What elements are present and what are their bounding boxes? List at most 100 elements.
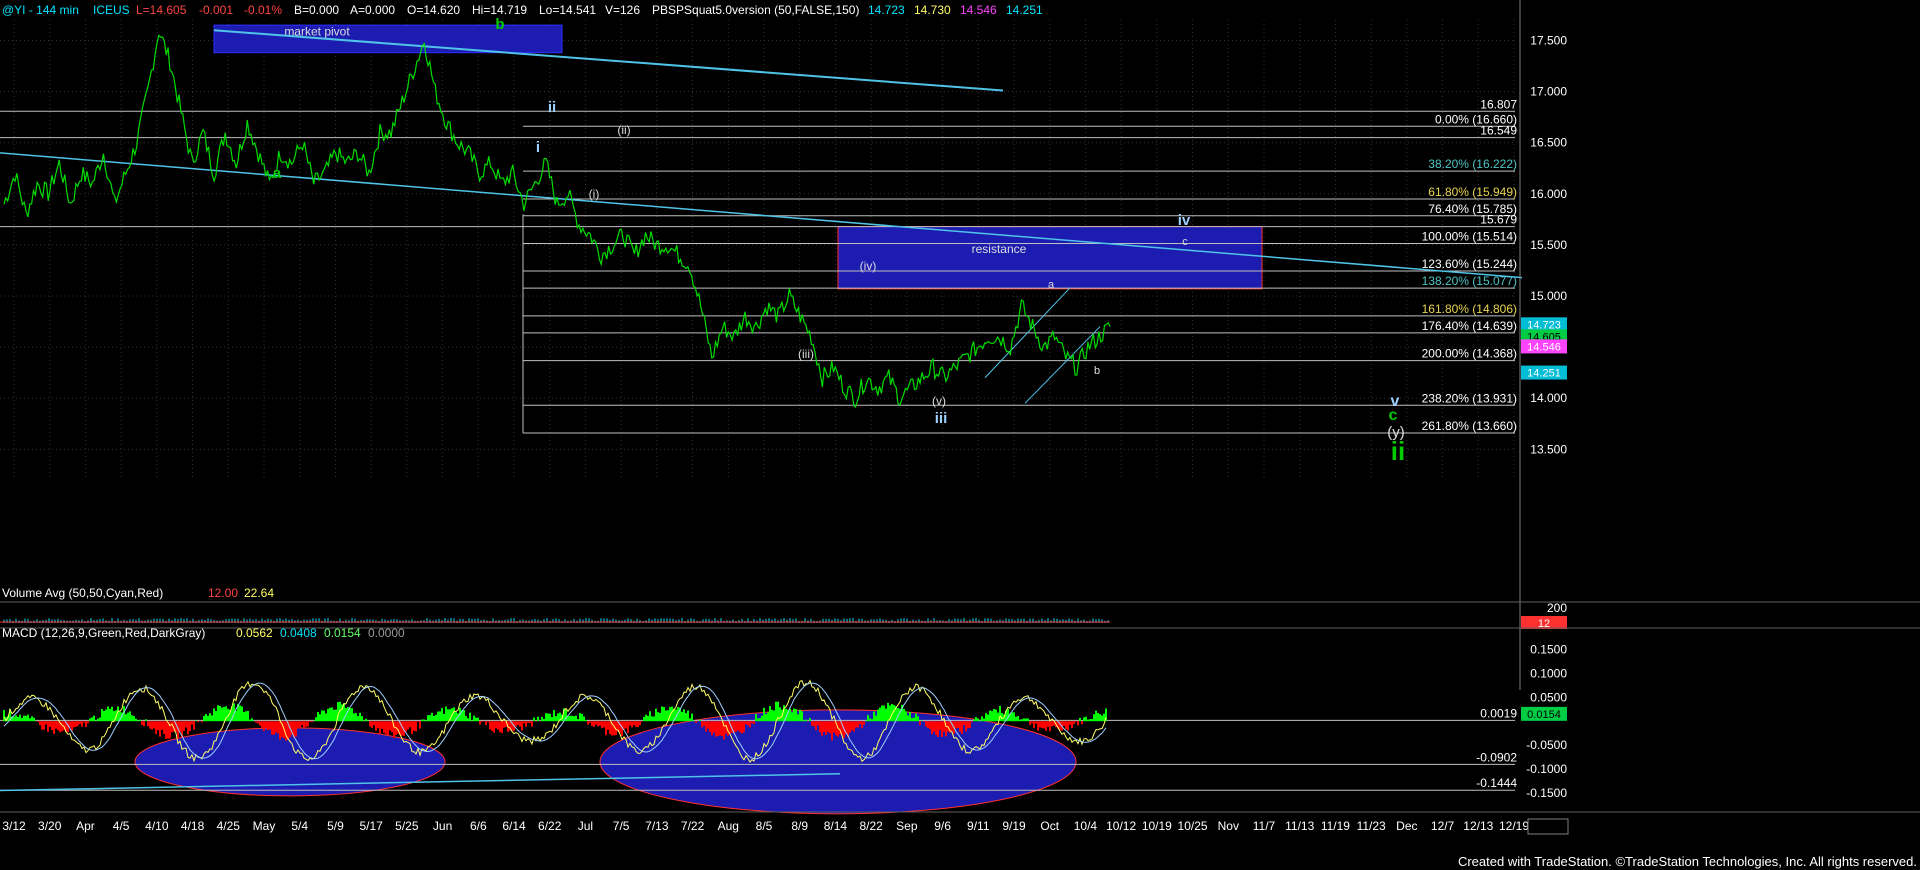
- x-tick-label: 8/22: [859, 819, 883, 833]
- x-tick-label: 7/5: [613, 819, 630, 833]
- x-tick-label: 10/25: [1178, 819, 1208, 833]
- header-bar: @YI - 144 min ICEUS L=14.605 -0.001 -0.0…: [2, 3, 1043, 17]
- x-tick-label: 5/9: [327, 819, 344, 833]
- wave-label: b: [495, 16, 504, 33]
- macd-tick-label: 0.0500: [1530, 690, 1567, 704]
- volume-axis-label: 200: [1547, 601, 1567, 615]
- x-tick-label: Aug: [718, 819, 739, 833]
- x-tick-label: Sep: [896, 819, 918, 833]
- header-volume: V=126: [605, 3, 640, 17]
- macd-tick-label: -0.1000: [1526, 762, 1567, 776]
- header-ind-value: 14.723: [868, 3, 905, 17]
- macd-divergence-ellipse: [134, 727, 446, 797]
- header-ind-value: 14.251: [1006, 3, 1043, 17]
- chart-canvas: @YI - 144 min ICEUS L=14.605 -0.001 -0.0…: [0, 0, 1920, 870]
- x-tick-label: 7/22: [681, 819, 705, 833]
- y-tick-label: 15.500: [1530, 238, 1567, 252]
- price-tag-label: 14.251: [1527, 368, 1561, 380]
- x-tick-label: Oct: [1040, 819, 1059, 833]
- wave-label: a: [1048, 279, 1055, 291]
- macd-level-label: -0.0902: [1476, 750, 1517, 764]
- header-open: O=14.620: [407, 3, 460, 17]
- x-tick-label: 10/12: [1106, 819, 1136, 833]
- resistance-label: resistance: [972, 242, 1027, 256]
- y-tick-label: 17.500: [1530, 33, 1567, 47]
- x-tick-label: 10/19: [1142, 819, 1172, 833]
- fib-level-label: 261.80% (13.660): [1422, 419, 1517, 433]
- macd-tag-label: 0.0154: [1527, 709, 1561, 721]
- x-tick-label: 11/13: [1285, 819, 1314, 833]
- y-tick-label: 16.000: [1530, 187, 1567, 201]
- wave-label: iii: [935, 410, 948, 427]
- x-tick-label: 3/20: [38, 819, 62, 833]
- fib-level-label: 161.80% (14.806): [1422, 302, 1517, 316]
- header-low: Lo=14.541: [539, 3, 596, 17]
- fib-level-label: 238.20% (13.931): [1422, 391, 1517, 405]
- y-tick-label: 15.000: [1530, 289, 1567, 303]
- header-high: Hi=14.719: [472, 3, 527, 17]
- x-tick-label: Jul: [578, 819, 593, 833]
- x-tick-label: 4/5: [113, 819, 130, 833]
- x-tick-label: 9/11: [967, 819, 990, 833]
- header-indicator: PBSPSquat5.0version (50,FALSE,150): [652, 3, 859, 17]
- macd-tick-label: 0.1000: [1530, 666, 1567, 680]
- header-ind-value: 14.730: [914, 3, 951, 17]
- fib-level-label: 15.679: [1480, 213, 1517, 227]
- wave-label: (v): [932, 394, 946, 408]
- wave-label: (i): [589, 187, 600, 201]
- x-tick-label: 12/19: [1499, 819, 1529, 833]
- macd-tick-label: 0.1500: [1530, 643, 1567, 657]
- header-symbol: @YI - 144 min: [2, 3, 79, 17]
- x-tick-label: May: [253, 819, 276, 833]
- wave-label: ii: [548, 99, 556, 116]
- x-tick-label: 6/6: [470, 819, 487, 833]
- x-tick-label: 10/4: [1074, 819, 1098, 833]
- x-tick-label: 11/23: [1357, 819, 1386, 833]
- y-tick-label: 16.500: [1530, 136, 1567, 150]
- x-tick-label: 9/6: [934, 819, 951, 833]
- wave-label: c: [1182, 236, 1188, 248]
- market-pivot-box: [213, 24, 563, 54]
- fib-level-label: 200.00% (14.368): [1422, 347, 1517, 361]
- macd-panel-label: MACD (12,26,9,Green,Red,DarkGray): [2, 626, 205, 640]
- price-tag-label: 14.546: [1527, 341, 1561, 353]
- header-bid: B=0.000: [294, 3, 339, 17]
- wave-label: a: [273, 165, 282, 182]
- wave-label: (iv): [860, 259, 877, 273]
- x-tick-label: 12/7: [1431, 819, 1455, 833]
- fib-level-label: 176.40% (14.639): [1422, 319, 1517, 333]
- x-tick-label: 5/17: [359, 819, 383, 833]
- x-tick-label: 11/7: [1253, 819, 1276, 833]
- wave-label: i: [536, 139, 540, 156]
- x-tick-label: 5/4: [291, 819, 308, 833]
- x-tick-label: 4/25: [217, 819, 241, 833]
- price-tags: 14.72314.60514.54614.251: [1521, 317, 1567, 380]
- x-tick-label: 3/12: [2, 819, 26, 833]
- wave-label: c: [1389, 407, 1398, 424]
- x-tick-label: 8/5: [756, 819, 773, 833]
- x-tick-label: 9/19: [1002, 819, 1026, 833]
- x-tick-label: Nov: [1218, 819, 1239, 833]
- header-last: L=14.605: [136, 3, 187, 17]
- x-tick-label: 8/14: [824, 819, 848, 833]
- macd-level-label: -0.1444: [1476, 776, 1517, 790]
- wave-label: (ii): [617, 123, 630, 137]
- x-tick-label: Apr: [76, 819, 95, 833]
- header-exchange: ICEUS: [93, 3, 130, 17]
- x-tick-label: 5/25: [395, 819, 419, 833]
- macd-value: 0.0562: [236, 626, 273, 640]
- fib-level-label: 16.549: [1480, 124, 1517, 138]
- header-ask: A=0.000: [350, 3, 395, 17]
- x-tick-label: 11/19: [1321, 819, 1350, 833]
- macd-value: 0.0408: [280, 626, 317, 640]
- y-tick-label: 13.500: [1530, 442, 1567, 456]
- x-tick-label: 6/22: [538, 819, 562, 833]
- volume-value: 22.64: [244, 586, 274, 600]
- wave-label: ii: [1391, 436, 1405, 466]
- wave-label: (iii): [798, 347, 814, 361]
- y-tick-label: 14.000: [1530, 391, 1567, 405]
- fib-level-label: 61.80% (15.949): [1428, 185, 1517, 199]
- x-tick-label: 4/10: [145, 819, 169, 833]
- fib-level-label: 38.20% (16.222): [1428, 157, 1517, 171]
- macd-level-label: 0.0019: [1480, 706, 1517, 720]
